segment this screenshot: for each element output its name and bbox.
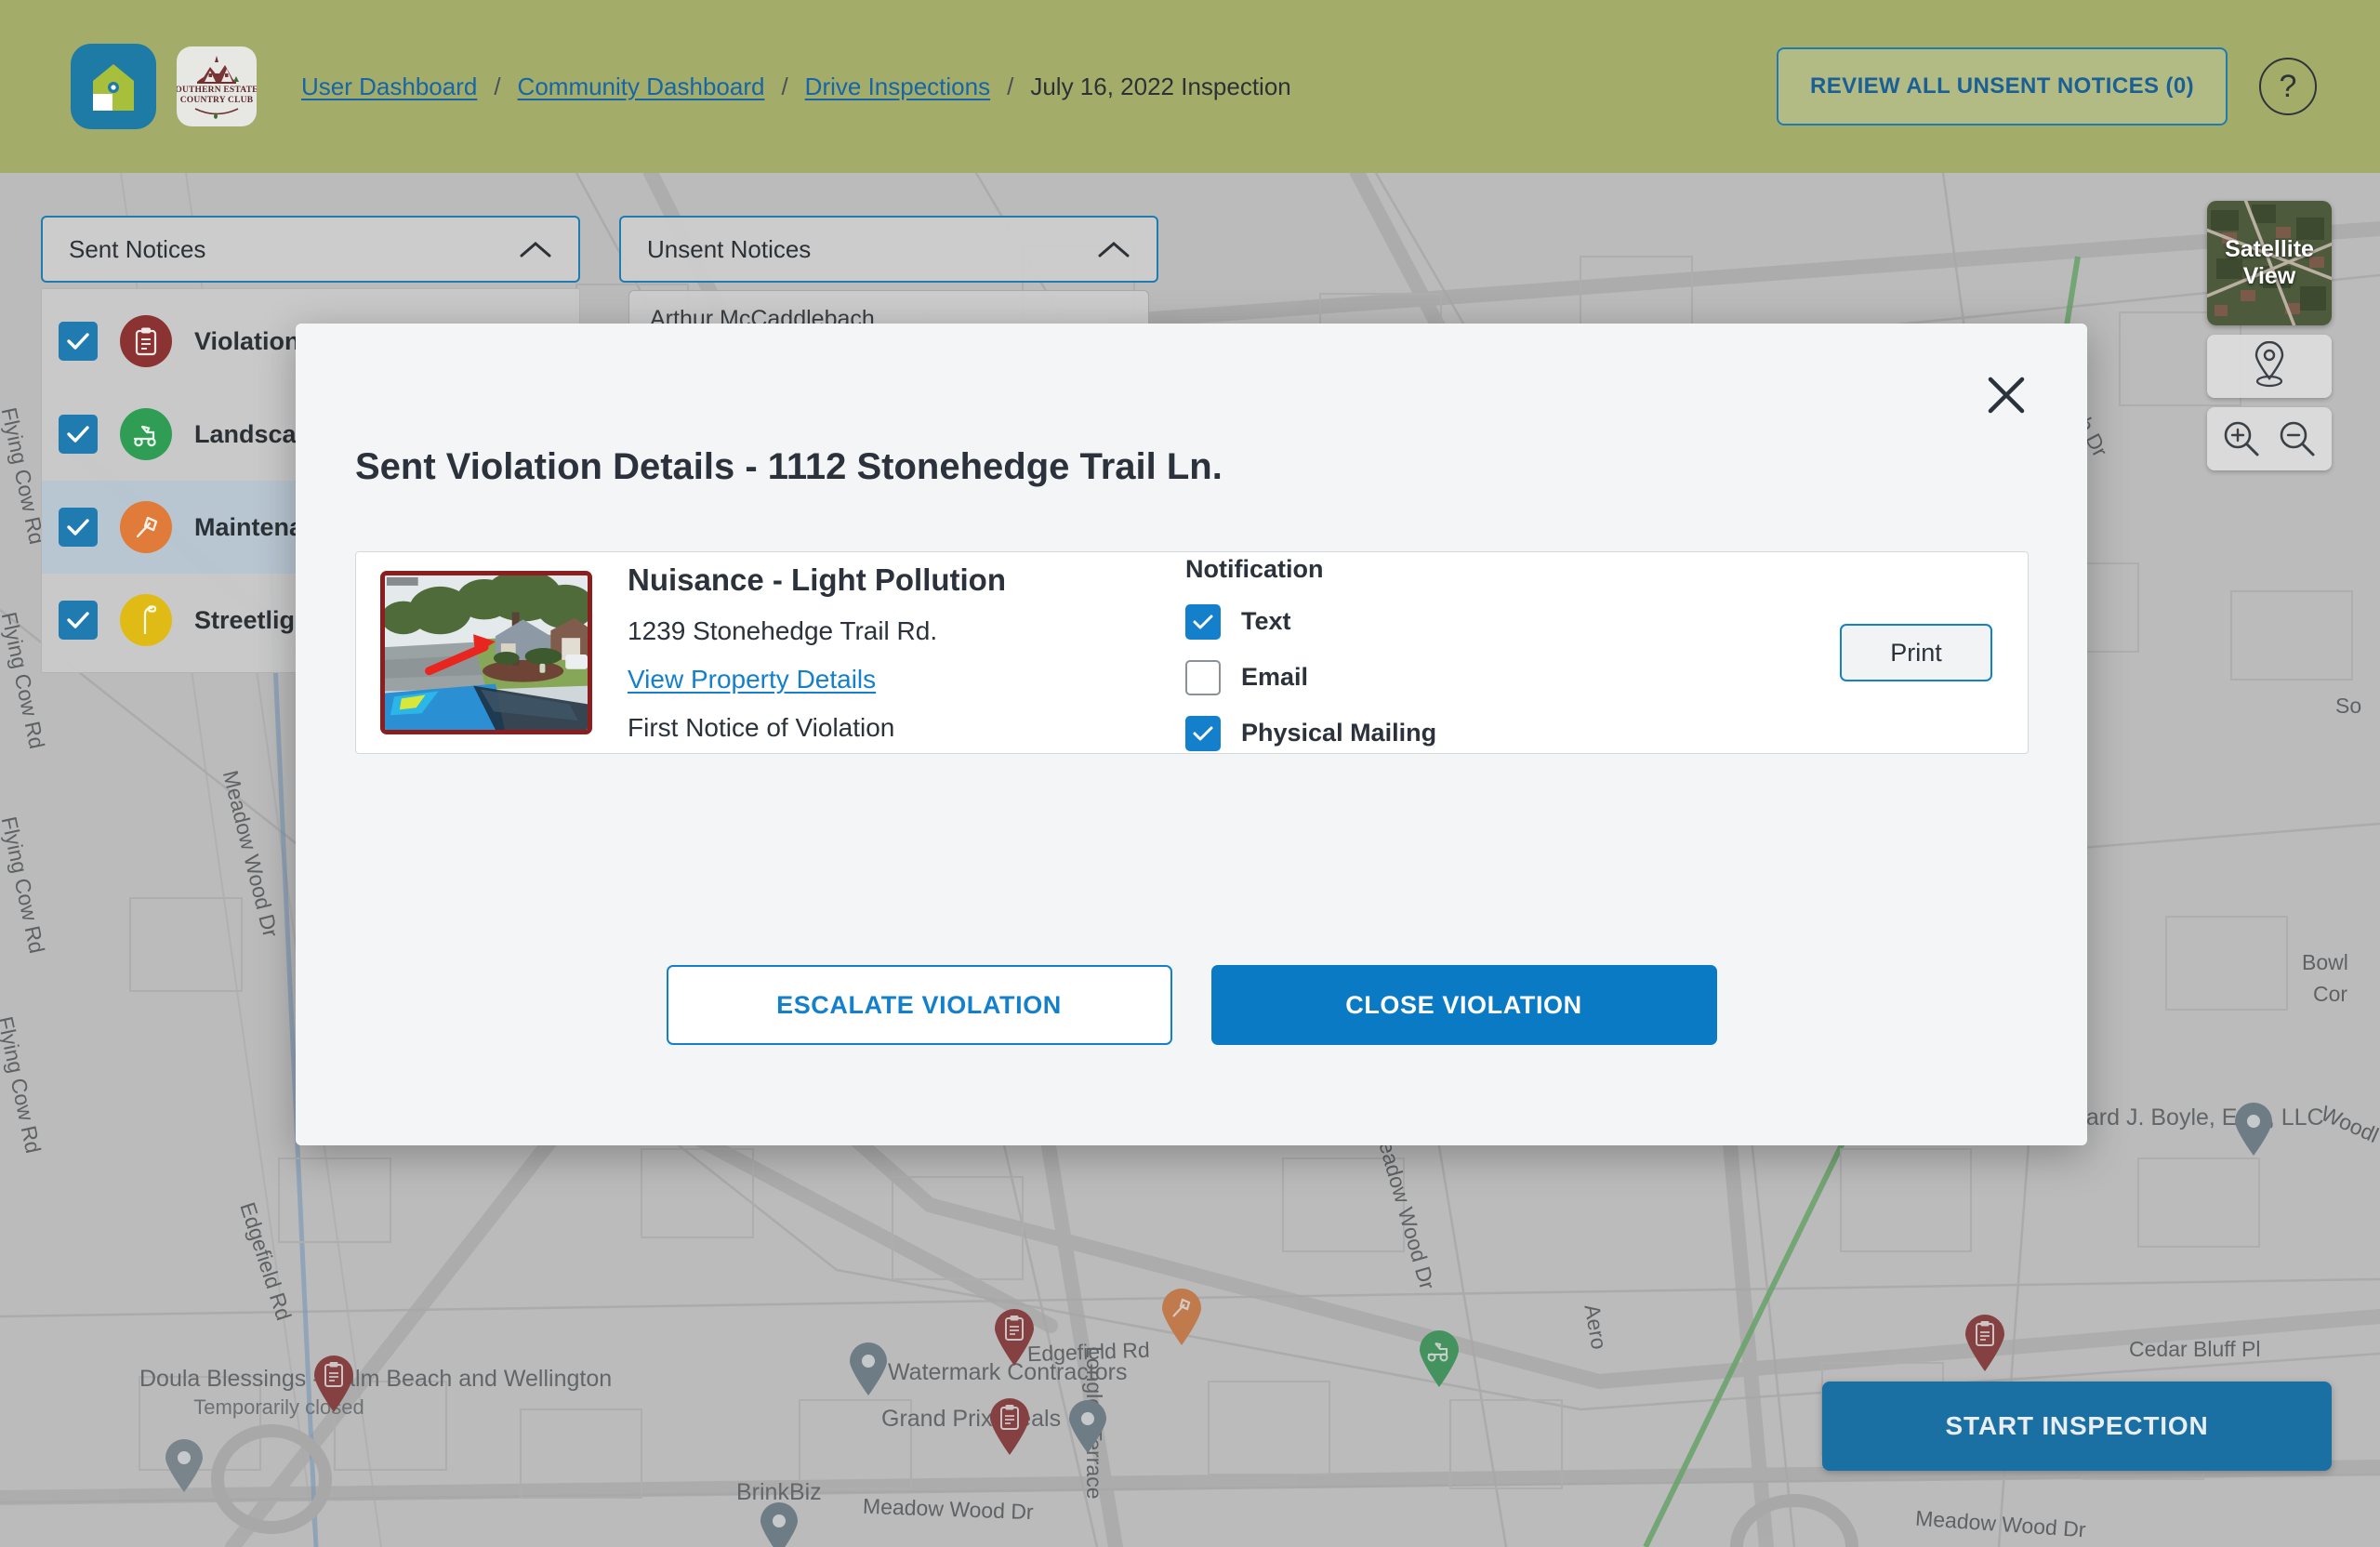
violation-address: 1239 Stonehedge Trail Rd. (628, 616, 938, 645)
help-icon[interactable]: ? (2259, 58, 2317, 115)
sent-violation-details-modal: Sent Violation Details - 1112 Stonehedge… (296, 324, 2087, 1145)
breadcrumb-community-dashboard[interactable]: Community Dashboard (518, 73, 765, 101)
map-pin-violation[interactable] (1964, 1315, 2006, 1372)
violation-notice-stage: First Notice of Violation (628, 713, 895, 742)
satellite-view-toggle[interactable]: Satellite View (2207, 201, 2332, 325)
close-icon[interactable] (1979, 368, 2033, 422)
house-logo[interactable] (71, 44, 156, 129)
breadcrumb-user-dashboard[interactable]: User Dashboard (301, 73, 477, 101)
check-icon (67, 612, 89, 628)
unsent-notices-title: Unsent Notices (647, 234, 812, 263)
map-pin-violation[interactable] (312, 1355, 355, 1413)
notification-label: Text (1241, 607, 1291, 635)
close-glyph (1988, 377, 2025, 414)
map-zoom-controls (2207, 407, 2332, 470)
notification-label: Email (1241, 663, 1309, 691)
street-label: Cedar Bluff Pl (2129, 1337, 2261, 1361)
breadcrumb: User Dashboard / Community Dashboard / D… (301, 73, 1291, 101)
club-swoosh-icon (194, 107, 239, 119)
map-pin-maintenance[interactable] (1160, 1289, 1203, 1346)
map-pin-poi[interactable] (759, 1502, 800, 1547)
notification-options: Notification Text Email Physical Mailing (1185, 555, 1492, 751)
breadcrumb-drive-inspections[interactable]: Drive Inspections (805, 73, 990, 101)
poi-label: Doula Blessings - Palm Beach and Welling… (139, 1365, 612, 1421)
zoom-in-icon[interactable] (2220, 417, 2263, 460)
header-actions: REVIEW ALL UNSENT NOTICES (0) ? (1777, 47, 2335, 126)
breadcrumb-separator: / (494, 72, 501, 100)
category-checkbox-streetlights[interactable] (59, 601, 98, 640)
check-icon (1193, 615, 1213, 628)
satellite-view-label: Satellite View (2225, 236, 2314, 289)
club-logo-line2: COUNTRY CLUB (179, 95, 254, 105)
check-icon (67, 426, 89, 443)
map-pin-violation[interactable] (993, 1309, 1036, 1367)
check-icon (1193, 726, 1213, 740)
check-icon (67, 519, 89, 536)
breadcrumb-separator: / (781, 72, 788, 100)
poi-name: Doula Blessings - Palm Beach and Welling… (139, 1366, 613, 1392)
notification-heading: Notification (1185, 554, 1324, 583)
street-label: So (2335, 694, 2362, 718)
app-root: SOUTHERN ESTATES COUNTRY CLUB User Dashb… (0, 0, 2380, 1547)
review-unsent-notices-button[interactable]: REVIEW ALL UNSENT NOTICES (0) (1777, 47, 2228, 126)
modal-actions: ESCALATE VIOLATION CLOSE VIOLATION (296, 965, 2087, 1045)
sent-notices-header[interactable]: Sent Notices (41, 216, 580, 283)
map-pin-poi[interactable] (2233, 1103, 2274, 1157)
zoom-out-icon[interactable] (2276, 417, 2319, 460)
club-crest-icon (197, 55, 239, 84)
violation-card: Nuisance - Light Pollution 1239 Stonehed… (355, 551, 2029, 754)
lawnmower-icon (120, 408, 172, 460)
category-checkbox-landscaping[interactable] (59, 415, 98, 454)
house-logo-glyph (93, 64, 134, 111)
sent-notices-title: Sent Notices (69, 234, 206, 263)
map-pin-violation[interactable] (988, 1398, 1031, 1456)
streetlight-icon (120, 594, 172, 646)
check-icon (67, 333, 89, 350)
breadcrumb-current-inspection: July 16, 2022 Inspection (1030, 72, 1291, 100)
notification-option-text[interactable]: Text (1185, 603, 1492, 640)
map-controls: Satellite View (2207, 201, 2332, 470)
map-pin-poi[interactable] (164, 1439, 205, 1493)
notification-option-physical-mailing[interactable]: Physical Mailing (1185, 715, 1492, 751)
category-checkbox-maintenance[interactable] (59, 508, 98, 547)
street-label: Cor (2313, 982, 2348, 1006)
clipboard-icon (120, 315, 172, 367)
print-button[interactable]: Print (1840, 624, 1992, 681)
poi-label: Grand Prix Meals (881, 1406, 1062, 1432)
email-checkbox[interactable] (1185, 659, 1221, 695)
hammer-icon (120, 501, 172, 553)
text-checkbox[interactable] (1185, 603, 1221, 640)
chevron-up-icon (520, 242, 551, 258)
map-pin-icon[interactable] (2207, 335, 2332, 398)
map-pin-poi[interactable] (848, 1342, 889, 1396)
map-pin-landscaping[interactable] (1418, 1330, 1461, 1388)
modal-title: Sent Violation Details - 1112 Stonehedge… (355, 446, 1223, 487)
close-violation-button[interactable]: CLOSE VIOLATION (1210, 965, 1717, 1045)
breadcrumb-separator: / (1007, 72, 1014, 100)
club-logo[interactable]: SOUTHERN ESTATES COUNTRY CLUB (177, 46, 257, 126)
violation-type: Nuisance - Light Pollution (628, 562, 1006, 597)
view-property-details-link[interactable]: View Property Details (628, 665, 876, 694)
map-pin-poi[interactable] (1067, 1400, 1108, 1454)
violation-photo[interactable] (380, 571, 592, 734)
notification-option-email[interactable]: Email (1185, 659, 1492, 695)
club-logo-line1: SOUTHERN ESTATES (177, 85, 257, 95)
start-inspection-button[interactable]: START INSPECTION (1822, 1382, 2332, 1471)
escalate-violation-button[interactable]: ESCALATE VIOLATION (666, 965, 1172, 1045)
category-checkbox-violations[interactable] (59, 322, 98, 361)
unsent-notices-header[interactable]: Unsent Notices (619, 216, 1158, 283)
notification-label: Physical Mailing (1241, 719, 1437, 747)
street-label: Bowl (2302, 950, 2348, 974)
violation-info: Nuisance - Light Pollution 1239 Stonehed… (628, 562, 1092, 743)
chevron-up-icon (1098, 242, 1130, 258)
app-header: SOUTHERN ESTATES COUNTRY CLUB User Dashb… (0, 0, 2380, 173)
violation-photo-image (385, 575, 588, 730)
locate-pin-glyph (2254, 341, 2284, 388)
physical-mailing-checkbox[interactable] (1185, 715, 1221, 751)
